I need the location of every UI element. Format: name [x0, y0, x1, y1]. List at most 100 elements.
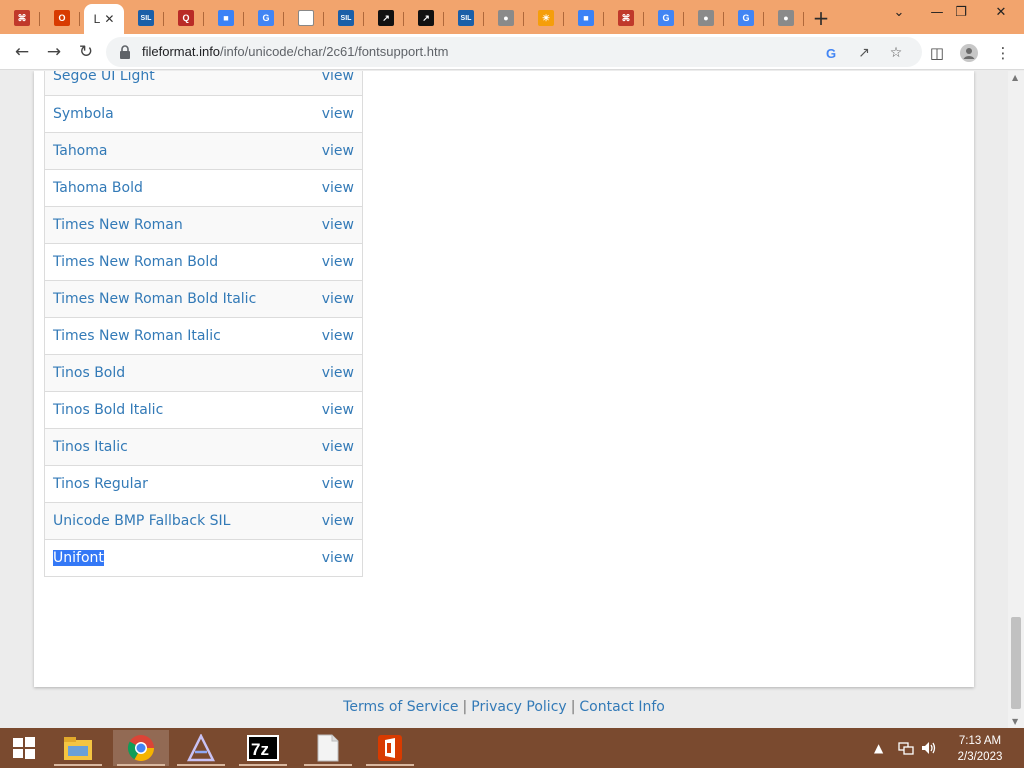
view-link[interactable]: view	[322, 291, 354, 307]
start-button[interactable]	[0, 730, 48, 766]
bookmark-star-icon[interactable]: ☆	[884, 41, 908, 65]
view-link[interactable]: view	[322, 254, 354, 270]
taskbar-notepad[interactable]	[300, 730, 356, 766]
url-text[interactable]: fileformat.info/info/unicode/char/2c61/f…	[142, 44, 448, 59]
taskbar-chrome[interactable]	[113, 730, 169, 766]
table-row: Times New Roman view	[44, 206, 363, 244]
new-tab-button[interactable]: +	[808, 6, 834, 30]
forward-button[interactable]: →	[40, 38, 68, 66]
profile-avatar-icon[interactable]	[956, 40, 982, 66]
document-icon	[298, 10, 314, 26]
scroll-down-arrow-icon[interactable]: ▼	[1012, 717, 1018, 726]
reload-button[interactable]: ↻	[72, 38, 100, 66]
browser-tab[interactable]: G	[648, 4, 684, 32]
view-link[interactable]: view	[322, 402, 354, 418]
font-name-link[interactable]: Times New Roman	[53, 217, 183, 233]
view-link[interactable]: view	[322, 143, 354, 159]
back-button[interactable]: ←	[8, 38, 36, 66]
browser-tab[interactable]: G	[248, 4, 284, 32]
scroll-up-arrow-icon[interactable]: ▲	[1012, 73, 1018, 82]
view-link[interactable]: view	[322, 476, 354, 492]
font-name-link[interactable]: Tahoma	[53, 143, 107, 159]
font-name-cell: Tinos Bold	[44, 354, 303, 392]
tab-strip: ⌘ O L ✕ SIL Q ■ G SIL ↗ ↗ SIL ● ☀ ■ ⌘ G ● G ●	[0, 0, 1024, 34]
font-name-link[interactable]: Tinos Regular	[53, 476, 148, 492]
restore-button[interactable]: ❐	[944, 0, 978, 24]
url-host: fileformat.info	[142, 44, 221, 59]
browser-tab[interactable]: ☀	[528, 4, 564, 32]
browser-tab[interactable]	[288, 4, 324, 32]
font-name-link[interactable]: Tahoma Bold	[53, 180, 143, 196]
view-link[interactable]: view	[322, 439, 354, 455]
taskbar-7zip[interactable]: 7z	[235, 730, 291, 766]
close-tab-icon[interactable]: ✕	[104, 12, 114, 26]
tab-active[interactable]: L ✕	[84, 4, 124, 34]
contact-info-link[interactable]: Contact Info	[579, 699, 664, 715]
file-explorer-icon	[64, 737, 92, 760]
font-name-link[interactable]: Symbola	[53, 106, 114, 122]
menu-kebab-icon[interactable]: ⋮	[990, 40, 1016, 66]
browser-tab[interactable]: ⌘	[608, 4, 644, 32]
svg-text:7z: 7z	[251, 740, 269, 759]
view-link[interactable]: view	[322, 328, 354, 344]
tab-separator	[39, 12, 40, 26]
view-link[interactable]: view	[322, 71, 354, 84]
browser-tab[interactable]: O	[44, 4, 80, 32]
taskbar-office[interactable]	[362, 730, 418, 766]
font-name-link[interactable]: Tinos Bold Italic	[53, 402, 163, 418]
browser-tab[interactable]: ↗	[368, 4, 404, 32]
google-lens-icon[interactable]: G	[820, 41, 844, 65]
font-name-cell: Times New Roman Bold Italic	[44, 280, 303, 318]
font-name-link[interactable]: Times New Roman Bold Italic	[53, 291, 256, 307]
font-name-cell: Tinos Regular	[44, 465, 303, 503]
browser-tab[interactable]: ●	[688, 4, 724, 32]
show-hidden-icons-chevron-icon[interactable]: ▲	[874, 728, 883, 768]
system-clock[interactable]: 7:13 AM 2/3/2023	[944, 733, 1016, 765]
browser-tab[interactable]: ⌘	[4, 4, 40, 32]
view-link[interactable]: view	[322, 106, 354, 122]
browser-tab[interactable]: ■	[568, 4, 604, 32]
scrollbar-thumb[interactable]	[1011, 617, 1021, 709]
font-name-link[interactable]: Times New Roman Italic	[53, 328, 221, 344]
browser-tab[interactable]: ↗	[408, 4, 444, 32]
share-icon[interactable]: ↗	[852, 41, 876, 65]
browser-toolbar: ← → ↻ fileformat.info/info/unicode/char/…	[0, 34, 1024, 70]
network-icon[interactable]	[898, 728, 914, 768]
browser-tab[interactable]: SIL	[128, 4, 164, 32]
view-link[interactable]: view	[322, 180, 354, 196]
browser-tab[interactable]: SIL	[328, 4, 364, 32]
terms-of-service-link[interactable]: Terms of Service	[343, 699, 458, 715]
tab-separator	[283, 12, 284, 26]
view-link[interactable]: view	[322, 513, 354, 529]
view-link[interactable]: view	[322, 217, 354, 233]
font-name-link[interactable]: Unicode BMP Fallback SIL	[53, 513, 230, 529]
tab-separator	[723, 12, 724, 26]
browser-tab[interactable]: Q	[168, 4, 204, 32]
font-name-link[interactable]: Segoe UI Light	[53, 71, 155, 84]
font-name-link[interactable]: Tinos Italic	[53, 439, 128, 455]
tab-search-chevron-icon[interactable]: ⌄	[882, 0, 916, 24]
font-name-link[interactable]: Tinos Bold	[53, 365, 125, 381]
side-panel-icon[interactable]: ◫	[924, 40, 950, 66]
font-name-link[interactable]: Times New Roman Bold	[53, 254, 218, 270]
taskbar-file-explorer[interactable]	[50, 730, 106, 766]
address-bar[interactable]: fileformat.info/info/unicode/char/2c61/f…	[106, 37, 922, 67]
view-link[interactable]: view	[322, 550, 354, 566]
close-window-button[interactable]: ✕	[984, 0, 1018, 24]
running-indicator	[366, 764, 414, 766]
browser-tab[interactable]: G	[728, 4, 764, 32]
volume-icon[interactable]	[920, 728, 938, 768]
page-scrollbar[interactable]: ▲ ▼	[1008, 71, 1024, 728]
browser-tab[interactable]: SIL	[448, 4, 484, 32]
browser-tab[interactable]: ■	[208, 4, 244, 32]
privacy-policy-link[interactable]: Privacy Policy	[471, 699, 566, 715]
sil-icon: SIL	[458, 10, 474, 26]
font-name-link[interactable]: Unifont	[53, 549, 104, 566]
view-link[interactable]: view	[322, 365, 354, 381]
7zip-icon: 7z	[247, 735, 279, 761]
browser-tab[interactable]: ●	[768, 4, 804, 32]
google-icon: G	[258, 10, 274, 26]
browser-tab[interactable]: ●	[488, 4, 524, 32]
font-name-cell: Symbola	[44, 95, 303, 133]
taskbar-app-a[interactable]	[173, 730, 229, 766]
